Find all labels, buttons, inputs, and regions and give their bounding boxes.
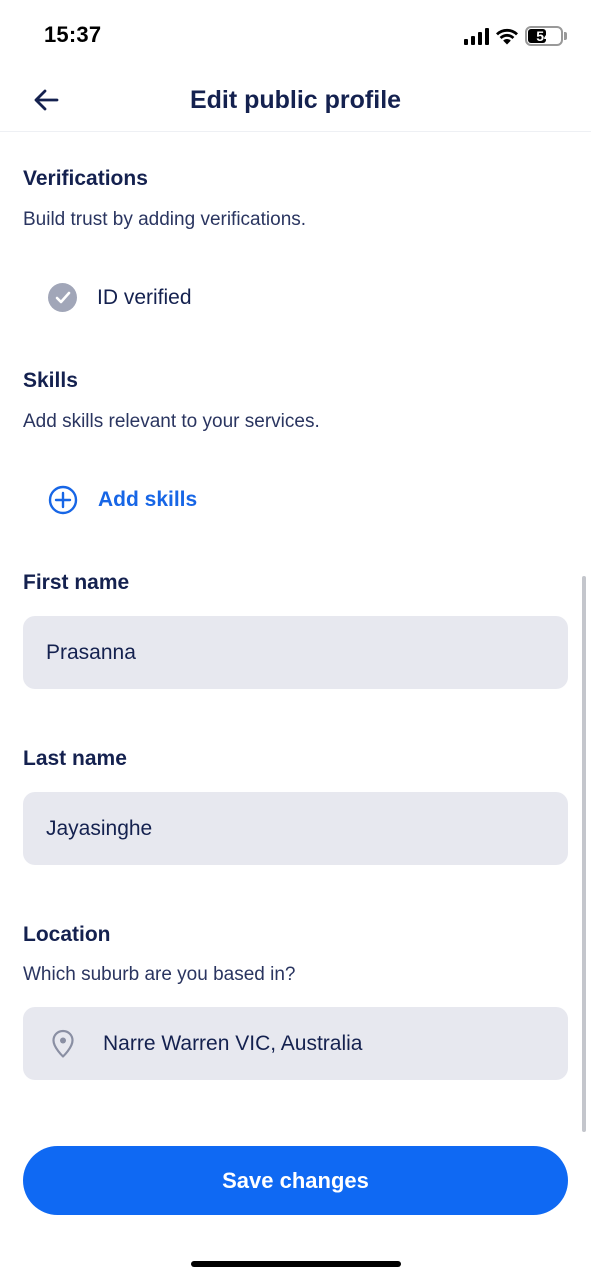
save-changes-button[interactable]: Save changes bbox=[23, 1146, 568, 1215]
add-skills-button[interactable]: Add skills bbox=[48, 485, 197, 515]
location-pin-icon bbox=[49, 1029, 77, 1059]
verifications-title: Verifications bbox=[23, 167, 148, 190]
skills-title: Skills bbox=[23, 369, 78, 392]
status-icons: 54 bbox=[464, 24, 567, 48]
status-time: 15:37 bbox=[44, 22, 102, 47]
last-name-value: Jayasinghe bbox=[46, 816, 153, 840]
first-name-label: First name bbox=[23, 571, 130, 594]
location-description: Which suburb are you based in? bbox=[23, 964, 296, 985]
battery-level: 54 bbox=[536, 28, 552, 44]
last-name-field[interactable]: Jayasinghe bbox=[23, 792, 568, 865]
location-value: Narre Warren VIC, Australia bbox=[103, 1031, 363, 1055]
status-bar: 15:37 54 bbox=[0, 0, 591, 70]
scrollbar[interactable] bbox=[582, 576, 586, 1132]
page-title: Edit public profile bbox=[189, 86, 402, 114]
check-circle-icon bbox=[48, 283, 77, 312]
first-name-field[interactable]: Prasanna bbox=[23, 616, 568, 689]
location-field[interactable]: Narre Warren VIC, Australia bbox=[23, 1007, 568, 1080]
id-verified-item: ID verified bbox=[48, 283, 192, 312]
location-label: Location bbox=[23, 923, 111, 946]
first-name-value: Prasanna bbox=[46, 640, 136, 664]
home-indicator[interactable] bbox=[191, 1261, 401, 1267]
cellular-signal-icon bbox=[464, 27, 489, 45]
id-verified-label: ID verified bbox=[97, 285, 192, 309]
skills-description: Add skills relevant to your services. bbox=[23, 411, 320, 432]
plus-circle-icon bbox=[48, 485, 78, 515]
last-name-label: Last name bbox=[23, 747, 127, 770]
battery-icon: 54 bbox=[525, 26, 567, 46]
add-skills-label: Add skills bbox=[98, 488, 198, 511]
verifications-description: Build trust by adding verifications. bbox=[23, 209, 307, 230]
wifi-icon bbox=[495, 27, 519, 45]
header: Edit public profile bbox=[0, 70, 591, 132]
